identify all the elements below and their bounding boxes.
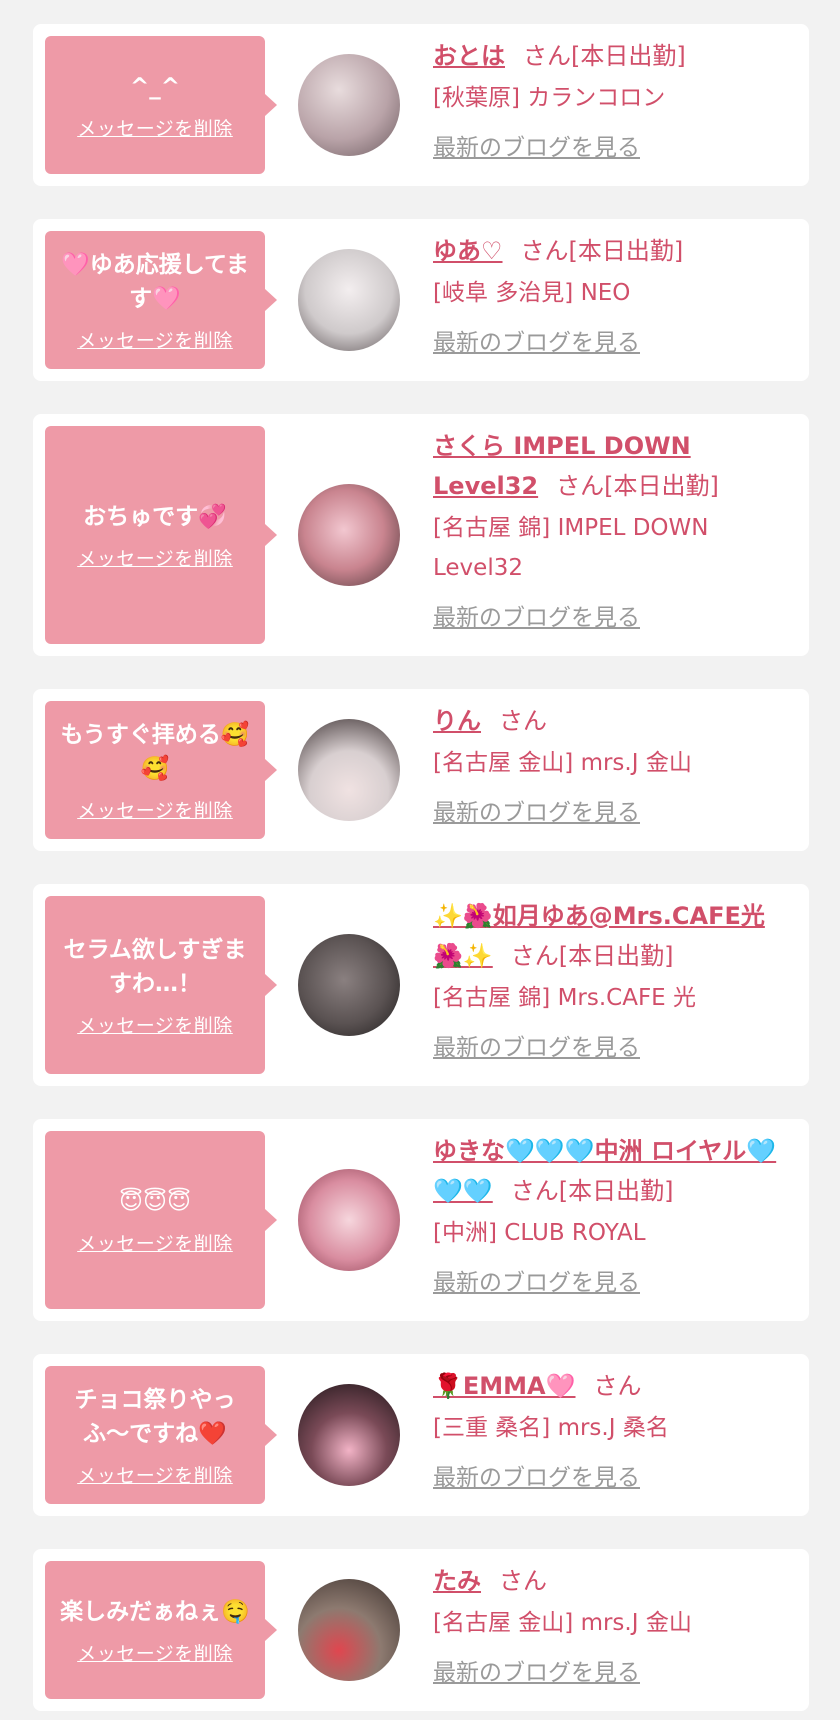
list-item: もうすぐ拝める🥰🥰 メッセージを削除 りん さん [名古屋 金山] mrs.J 金… [33,689,809,851]
profile-info: おとは さん[本日出勤] [秋葉原] カランコロン 最新のブログを見る [433,36,789,166]
delete-message-link[interactable]: メッセージを削除 [77,544,233,571]
honorific: さん [523,42,571,70]
message-bubble: 楽しみだぁねぇ🤤 メッセージを削除 [45,1561,277,1699]
latest-blog-link[interactable]: 最新のブログを見る [433,325,640,361]
profile-info: さくら IMPEL DOWN Level32 さん[本日出勤] [名古屋 錦] I… [433,426,789,636]
delete-message-link[interactable]: メッセージを削除 [77,1229,233,1256]
message-text: おちゅです💞 [83,503,227,530]
latest-blog-link[interactable]: 最新のブログを見る [433,1655,640,1691]
avatar[interactable] [298,719,400,821]
honorific: さん [520,237,569,265]
honorific: さん [593,1372,642,1400]
profile-info: たみ さん [名古屋 金山] mrs.J 金山 最新のブログを見る [433,1561,789,1691]
latest-blog-link[interactable]: 最新のブログを見る [433,1030,640,1066]
profile-info: ゆきな🩵🩵🩵中洲 ロイヤル🩵🩵🩵 さん[本日出勤] [中洲] CLUB ROYAL… [433,1131,789,1301]
list-item: チョコ祭りやっふ〜ですね❤️ メッセージを削除 🌹EMMA🩷 さん [三重 桑名]… [33,1354,809,1516]
cast-name-link[interactable]: ゆあ♡ [433,237,503,265]
message-bubble: セラム欲しすぎますわ…！ メッセージを削除 [45,896,277,1074]
latest-blog-link[interactable]: 最新のブログを見る [433,795,640,831]
shop-name: [名古屋 金山] mrs.J 金山 [433,750,692,776]
message-bubble: もうすぐ拝める🥰🥰 メッセージを削除 [45,701,277,839]
message-bubble: チョコ祭りやっふ〜ですね❤️ メッセージを削除 [45,1366,277,1504]
message-bubble: ^_^ メッセージを削除 [45,36,277,174]
delete-message-link[interactable]: メッセージを削除 [77,1639,233,1666]
cast-name-link[interactable]: たみ [433,1567,481,1595]
avatar[interactable] [298,484,400,586]
message-bubble: 🩷ゆあ応援してます🩷 メッセージを削除 [45,231,277,369]
list-item: 楽しみだぁねぇ🤤 メッセージを削除 たみ さん [名古屋 金山] mrs.J 金山… [33,1549,809,1711]
avatar[interactable] [298,1579,400,1681]
profile-info: ゆあ♡ さん[本日出勤] [岐阜 多治見] NEO 最新のブログを見る [433,231,789,361]
honorific: さん [556,472,605,500]
list-item: 🩷ゆあ応援してます🩷 メッセージを削除 ゆあ♡ さん[本日出勤] [岐阜 多治見]… [33,219,809,381]
delete-message-link[interactable]: メッセージを削除 [77,326,233,353]
message-text: チョコ祭りやっふ〜ですね❤️ [74,1386,236,1447]
latest-blog-link[interactable]: 最新のブログを見る [433,1460,640,1496]
honorific: さん [510,1177,559,1205]
shop-name: [岐阜 多治見] NEO [433,280,631,306]
message-text: 😇😇😇 [119,1188,191,1215]
message-text: 楽しみだぁねぇ🤤 [60,1598,250,1625]
message-text: セラム欲しすぎますわ…！ [63,936,247,997]
today-badge: [本日出勤] [568,237,684,265]
avatar[interactable] [298,54,400,156]
honorific: さん [499,707,547,735]
message-text: ^_^ [129,73,181,100]
shop-name: [名古屋 金山] mrs.J 金山 [433,1610,692,1636]
shop-name: [三重 桑名] mrs.J 桑名 [433,1415,669,1441]
avatar[interactable] [298,934,400,1036]
today-badge: [本日出勤] [558,1177,674,1205]
honorific: さん [510,942,559,970]
today-badge: [本日出勤] [604,472,719,500]
cast-name-link[interactable]: おとは [433,42,505,70]
cast-name-link[interactable]: りん [433,707,481,735]
latest-blog-link[interactable]: 最新のブログを見る [433,130,640,166]
shop-name: [中洲] CLUB ROYAL [433,1220,646,1246]
list-item: ^_^ メッセージを削除 おとは さん[本日出勤] [秋葉原] カランコロン 最新… [33,24,809,186]
list-item: 😇😇😇 メッセージを削除 ゆきな🩵🩵🩵中洲 ロイヤル🩵🩵🩵 さん[本日出勤] [中… [33,1119,809,1321]
cast-name-link[interactable]: 🌹EMMA🩷 [433,1372,576,1400]
latest-blog-link[interactable]: 最新のブログを見る [433,1265,640,1301]
avatar[interactable] [298,1169,400,1271]
avatar[interactable] [298,249,400,351]
delete-message-link[interactable]: メッセージを削除 [77,796,233,823]
shop-name: [名古屋 錦] IMPEL DOWN Level32 [433,515,709,581]
latest-blog-link[interactable]: 最新のブログを見る [433,600,640,636]
profile-info: 🌹EMMA🩷 さん [三重 桑名] mrs.J 桑名 最新のブログを見る [433,1366,789,1496]
profile-info: ✨🌺如月ゆあ@Mrs.CAFE光🌺✨ さん[本日出勤] [名古屋 錦] Mrs.C… [433,896,789,1066]
message-bubble: 😇😇😇 メッセージを削除 [45,1131,277,1309]
shop-name: [秋葉原] カランコロン [433,85,666,111]
list-item: セラム欲しすぎますわ…！ メッセージを削除 ✨🌺如月ゆあ@Mrs.CAFE光🌺✨… [33,884,809,1086]
delete-message-link[interactable]: メッセージを削除 [77,114,233,141]
shop-name: [名古屋 錦] Mrs.CAFE 光 [433,985,697,1011]
today-badge: [本日出勤] [571,42,686,70]
avatar[interactable] [298,1384,400,1486]
message-bubble: おちゅです💞 メッセージを削除 [45,426,277,644]
honorific: さん [499,1567,547,1595]
list-item: おちゅです💞 メッセージを削除 さくら IMPEL DOWN Level32 さん… [33,414,809,656]
message-text: 🩷ゆあ応援してます🩷 [61,251,249,312]
message-text: もうすぐ拝める🥰🥰 [60,721,250,782]
delete-message-link[interactable]: メッセージを削除 [77,1011,233,1038]
today-badge: [本日出勤] [558,942,674,970]
profile-info: りん さん [名古屋 金山] mrs.J 金山 最新のブログを見る [433,701,789,831]
delete-message-link[interactable]: メッセージを削除 [77,1461,233,1488]
